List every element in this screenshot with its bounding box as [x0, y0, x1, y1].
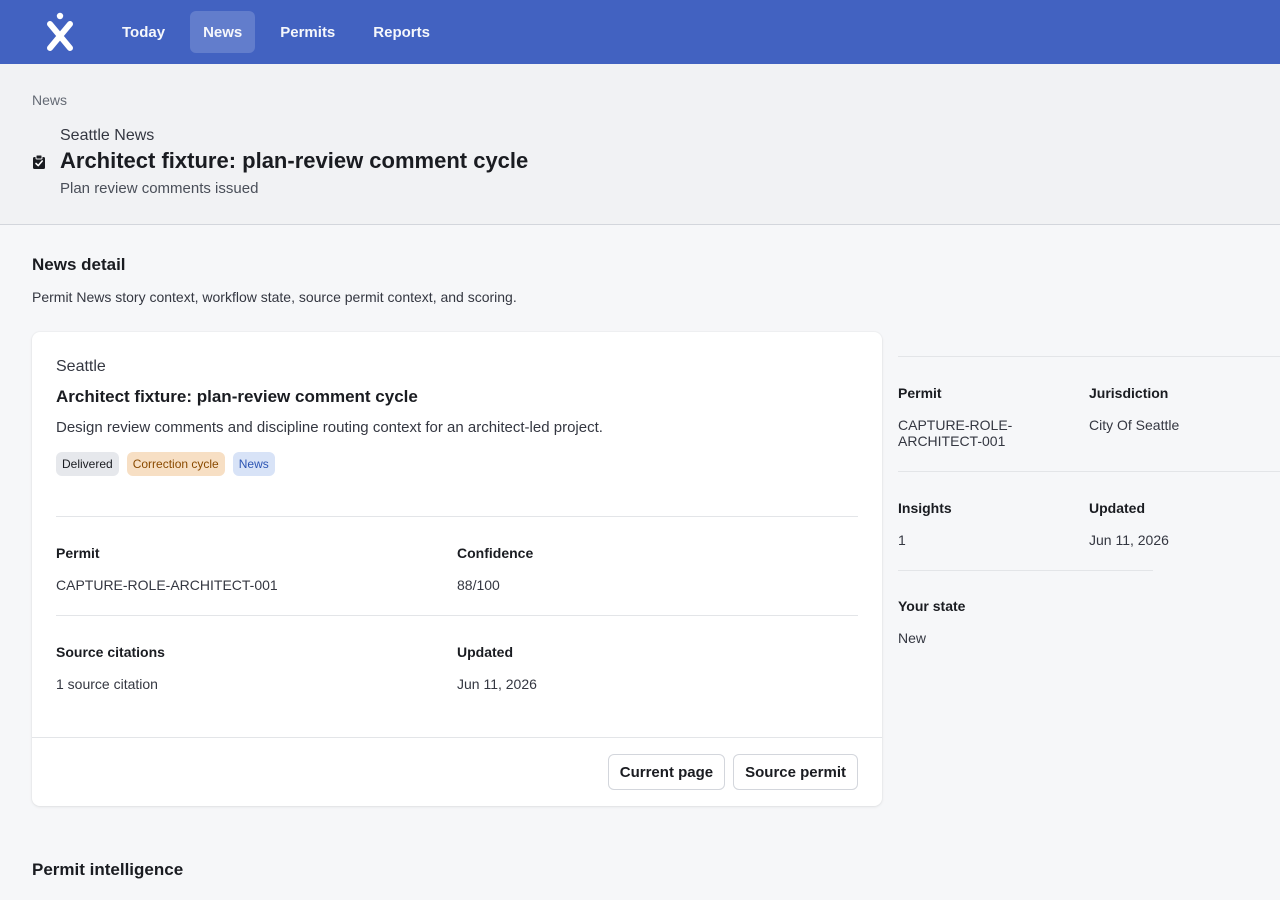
card-fields-row: Permit CAPTURE-ROLE-ARCHITECT-001 Confid…: [56, 516, 858, 615]
card-fields: Permit CAPTURE-ROLE-ARCHITECT-001 Confid…: [56, 516, 858, 714]
nav-tab-reports[interactable]: Reports: [360, 11, 443, 53]
field-label: Updated: [457, 644, 513, 660]
side-field-insights: Insights 1: [898, 500, 1089, 548]
section-description: Permit News story context, workflow stat…: [32, 289, 517, 305]
field-value: CAPTURE-ROLE-ARCHITECT-001: [56, 577, 278, 593]
nav-tab-today[interactable]: Today: [109, 11, 178, 53]
news-card: Seattle Architect fixture: plan-review c…: [32, 332, 882, 806]
field-label: Permit: [56, 545, 100, 561]
field-permit: Permit CAPTURE-ROLE-ARCHITECT-001: [56, 545, 457, 593]
field-value: New: [898, 630, 927, 646]
card-eyebrow: Seattle: [56, 358, 106, 375]
clipboard-check-icon: [32, 154, 46, 175]
nav-tab-permits[interactable]: Permits: [267, 11, 348, 53]
detail-layout: Seattle Architect fixture: plan-review c…: [32, 332, 1280, 806]
side-row: Insights 1 Updated Jun 11, 2026: [898, 471, 1280, 570]
page-title: Architect fixture: plan-review comment c…: [60, 148, 529, 173]
app-logo-icon[interactable]: [44, 12, 76, 52]
field-value: 88/100: [457, 577, 500, 593]
page-heading-block: Seattle News Architect fixture: plan-rev…: [32, 127, 1248, 197]
main-content: News detail Permit News story context, w…: [0, 225, 1280, 880]
field-confidence: Confidence 88/100: [457, 545, 858, 593]
page-header: News Seattle News Architect fixture: pla…: [0, 64, 1280, 225]
status-badge-news: News: [232, 452, 275, 476]
nav-tab-news[interactable]: News: [190, 11, 256, 53]
breadcrumb[interactable]: News: [32, 92, 1248, 108]
field-source-citations: Source citations 1 source citation: [56, 644, 457, 692]
side-field-your-state: Your state New: [898, 598, 1153, 646]
status-badge-delivered: Delivered: [56, 452, 119, 476]
source-permit-button[interactable]: Source permit: [733, 754, 858, 790]
card-footer: Current page Source permit: [32, 737, 882, 806]
card-title: Architect fixture: plan-review comment c…: [56, 387, 418, 406]
side-field-jurisdiction: Jurisdiction City Of Seattle: [1089, 385, 1280, 449]
side-row: Your state New: [898, 570, 1280, 668]
page-subtitle: Plan review comments issued: [60, 180, 259, 197]
field-label: Updated: [1089, 500, 1145, 516]
card-description: Design review comments and discipline ro…: [56, 419, 603, 436]
top-navigation: Today News Permits Reports: [0, 0, 1280, 64]
field-value: City Of Seattle: [1089, 417, 1180, 433]
status-badge-correction-cycle: Correction cycle: [126, 452, 225, 476]
field-label: Jurisdiction: [1089, 385, 1169, 401]
field-value: 1 source citation: [56, 676, 158, 692]
field-label: Source citations: [56, 644, 165, 660]
field-value: 1: [898, 532, 906, 548]
field-label: Insights: [898, 500, 952, 516]
field-value: Jun 11, 2026: [457, 676, 537, 692]
page-eyebrow: Seattle News: [60, 127, 155, 144]
side-panel: Permit CAPTURE-ROLE-ARCHITECT-001 Jurisd…: [898, 332, 1280, 806]
field-label: Permit: [898, 385, 942, 401]
field-label: Your state: [898, 598, 966, 614]
field-updated: Updated Jun 11, 2026: [457, 644, 858, 692]
status-badges: Delivered Correction cycle News: [56, 452, 858, 476]
permit-intelligence-title: Permit intelligence: [32, 860, 184, 879]
card-fields-row: Source citations 1 source citation Updat…: [56, 615, 858, 714]
section-title: News detail: [32, 255, 126, 274]
side-field-updated: Updated Jun 11, 2026: [1089, 500, 1280, 548]
side-row: Permit CAPTURE-ROLE-ARCHITECT-001 Jurisd…: [898, 356, 1280, 471]
field-label: Confidence: [457, 545, 534, 561]
current-page-button[interactable]: Current page: [607, 754, 726, 790]
side-field-permit: Permit CAPTURE-ROLE-ARCHITECT-001: [898, 385, 1089, 449]
field-value: Jun 11, 2026: [1089, 532, 1169, 548]
field-value: CAPTURE-ROLE-ARCHITECT-001: [898, 417, 1013, 449]
